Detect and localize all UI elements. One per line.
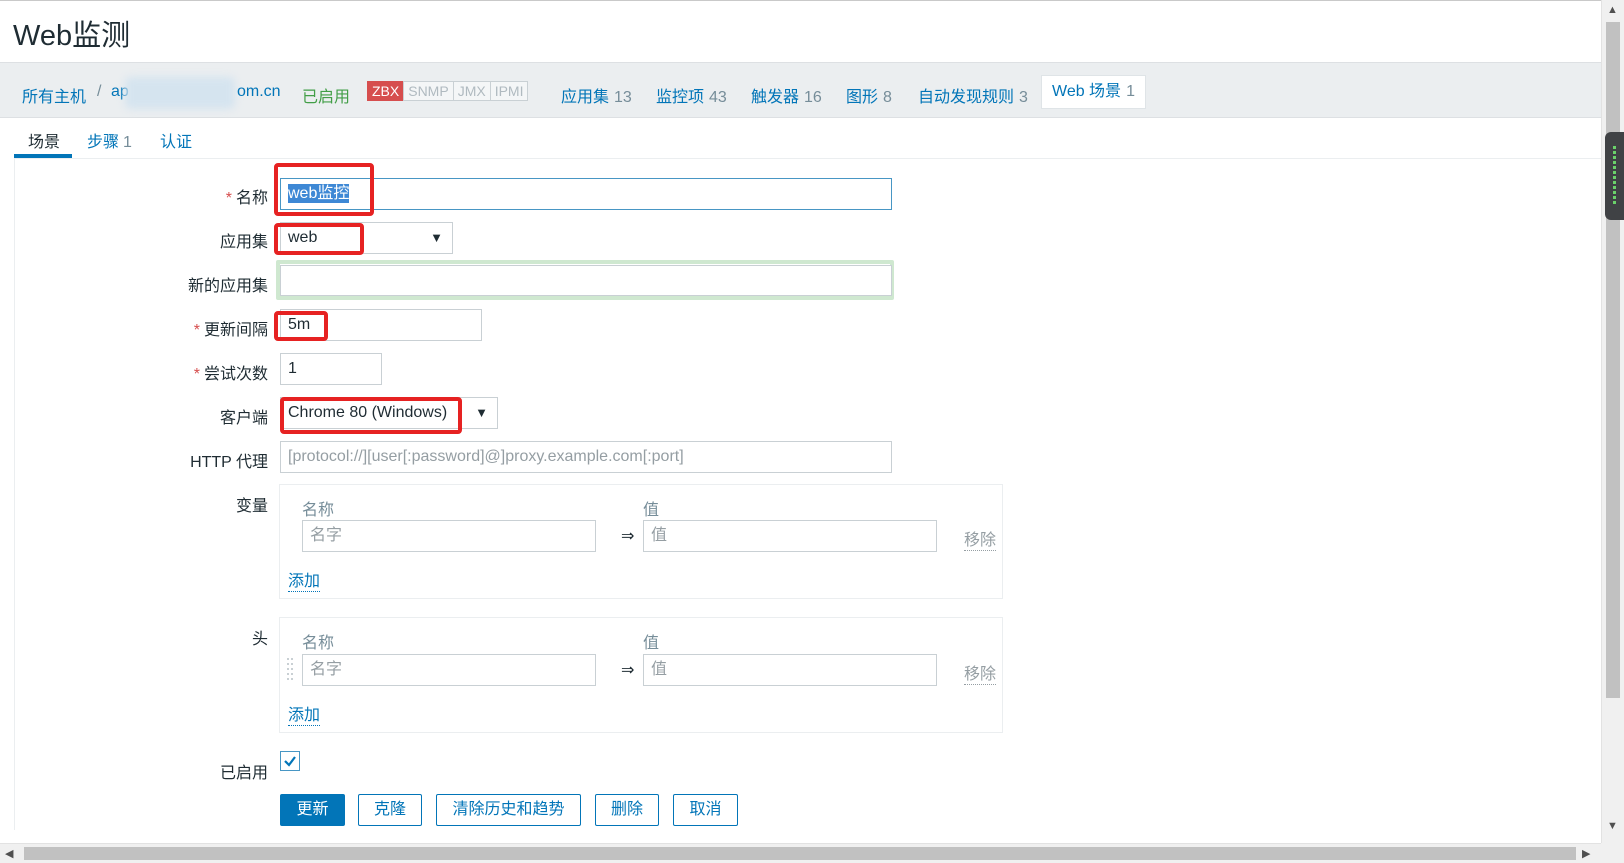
applications-link[interactable]: 应用集 13 (561, 83, 632, 107)
scroll-up-icon[interactable]: ▲ (1607, 4, 1618, 16)
variables-col-name: 名称 (302, 502, 335, 519)
scrollbar-corner (1601, 843, 1624, 863)
applications-link-label: 应用集 (561, 89, 610, 106)
headers-col-name: 名称 (302, 635, 335, 652)
headers-table: 名称 值 名字 ⇒ 值 移除 添加 (279, 617, 1003, 733)
discovery-rules-link-label: 自动发现规则 (918, 89, 1015, 106)
host-name-redaction (125, 77, 235, 109)
active-tab-indicator (14, 154, 72, 158)
required-marker: * (225, 190, 232, 207)
new-application-input[interactable] (280, 265, 892, 296)
variable-name-input[interactable]: 名字 (302, 520, 596, 552)
variables-label: 变量 (235, 498, 268, 515)
update-interval-label-text: 更新间隔 (203, 322, 268, 339)
host-navigation-bar: 所有主机 / ap om.cn 已启用 ZBX SNMP JMX IPMI 应用… (0, 62, 1601, 118)
items-link[interactable]: 监控项 43 (656, 83, 727, 107)
variable-add-button[interactable]: 添加 (288, 567, 321, 592)
jmx-badge: JMX (452, 81, 491, 101)
host-status-enabled[interactable]: 已启用 (302, 83, 350, 107)
application-label: 应用集 (219, 234, 268, 251)
tab-authentication[interactable]: 认证 (160, 128, 192, 152)
availability-badges: ZBX SNMP JMX IPMI (367, 81, 529, 101)
chevron-down-icon: ▼ (430, 230, 443, 245)
attempts-label: * 尝试次数 (194, 360, 268, 384)
level-bars-icon (1613, 146, 1616, 206)
items-link-label: 监控项 (656, 89, 705, 106)
name-label-text: 名称 (235, 190, 268, 207)
enabled-label: 已启用 (219, 765, 268, 782)
zbx-badge: ZBX (367, 81, 405, 101)
discovery-rules-count: 3 (1019, 89, 1028, 106)
update-interval-label: * 更新间隔 (194, 316, 268, 340)
page-title: Web监测 (13, 20, 131, 52)
name-label: * 名称 (226, 184, 268, 208)
top-border (0, 0, 1601, 1)
http-proxy-label: HTTP 代理 (190, 454, 268, 471)
delete-button[interactable]: 删除 (595, 794, 659, 826)
content-left-border (14, 158, 15, 830)
headers-label: 头 (251, 631, 268, 648)
triggers-link[interactable]: 触发器 16 (751, 83, 822, 107)
triggers-count: 16 (804, 89, 822, 106)
required-marker: * (193, 366, 200, 383)
graphs-count: 8 (883, 89, 892, 106)
snmp-badge: SNMP (403, 81, 454, 101)
enabled-checkbox[interactable] (280, 751, 300, 771)
tab-steps-label: 步骤 (87, 134, 120, 151)
update-button[interactable]: 更新 (280, 794, 345, 826)
discovery-rules-link[interactable]: 自动发现规则 3 (918, 83, 1028, 107)
all-hosts-link[interactable]: 所有主机 (22, 83, 86, 107)
variable-value-input[interactable]: 值 (643, 520, 937, 552)
clear-history-button[interactable]: 清除历史和趋势 (436, 794, 581, 826)
arrow-right-icon: ⇒ (621, 528, 635, 545)
variables-table: 名称 值 名字 ⇒ 值 移除 添加 (279, 484, 1003, 599)
annotation-box-agent (280, 397, 462, 434)
tab-steps[interactable]: 步骤 1 (87, 128, 132, 152)
graphs-link-label: 图形 (846, 89, 879, 106)
form-tabs: 场景 步骤 1 认证 (14, 120, 1601, 159)
cancel-button[interactable]: 取消 (673, 794, 738, 826)
items-count: 43 (709, 89, 727, 106)
attempts-label-text: 尝试次数 (203, 366, 268, 383)
attempts-input[interactable]: 1 (280, 353, 382, 385)
headers-col-value: 值 (643, 635, 660, 652)
side-widget[interactable] (1605, 132, 1624, 220)
host-name-link-suffix[interactable]: om.cn (237, 83, 281, 101)
applications-count: 13 (614, 89, 632, 106)
required-marker: * (193, 322, 200, 339)
header-add-button[interactable]: 添加 (288, 701, 321, 726)
agent-label: 客户端 (219, 410, 268, 427)
new-application-label: 新的应用集 (187, 278, 268, 295)
variables-col-value: 值 (643, 502, 660, 519)
checkmark-icon (284, 756, 296, 767)
annotation-box-name (274, 163, 374, 216)
header-value-input[interactable]: 值 (643, 654, 937, 686)
tab-scenario[interactable]: 场景 (28, 128, 60, 152)
header-remove-button[interactable]: 移除 (964, 660, 997, 685)
chevron-down-icon: ▼ (475, 405, 488, 420)
clone-button[interactable]: 克隆 (358, 794, 422, 826)
triggers-link-label: 触发器 (751, 89, 800, 106)
scroll-left-icon[interactable]: ◀ (5, 847, 13, 860)
http-proxy-input[interactable]: [protocol://][user[:password]@]proxy.exa… (280, 441, 892, 473)
web-scenarios-count: 1 (1126, 83, 1135, 100)
scroll-down-icon[interactable]: ▼ (1607, 820, 1618, 832)
annotation-box-application (274, 223, 364, 255)
web-scenarios-tab[interactable]: Web 场景 1 (1041, 75, 1146, 109)
horizontal-scroll-thumb[interactable] (24, 847, 1576, 860)
scroll-right-icon[interactable]: ▶ (1582, 847, 1590, 860)
arrow-right-icon: ⇒ (621, 662, 635, 679)
breadcrumb-separator: / (97, 83, 102, 100)
vertical-scroll-thumb[interactable] (1606, 22, 1620, 698)
vertical-scrollbar[interactable]: ▲ ▼ (1601, 0, 1624, 843)
horizontal-scrollbar[interactable]: ◀ ▶ (0, 843, 1601, 863)
drag-handle-icon[interactable] (287, 656, 295, 682)
graphs-link[interactable]: 图形 8 (846, 83, 892, 107)
variable-remove-button[interactable]: 移除 (964, 526, 997, 551)
ipmi-badge: IPMI (489, 81, 529, 101)
header-name-input[interactable]: 名字 (302, 654, 596, 686)
web-scenarios-label: Web 场景 (1052, 83, 1122, 100)
tab-steps-count: 1 (123, 134, 132, 151)
annotation-box-interval (274, 311, 328, 341)
